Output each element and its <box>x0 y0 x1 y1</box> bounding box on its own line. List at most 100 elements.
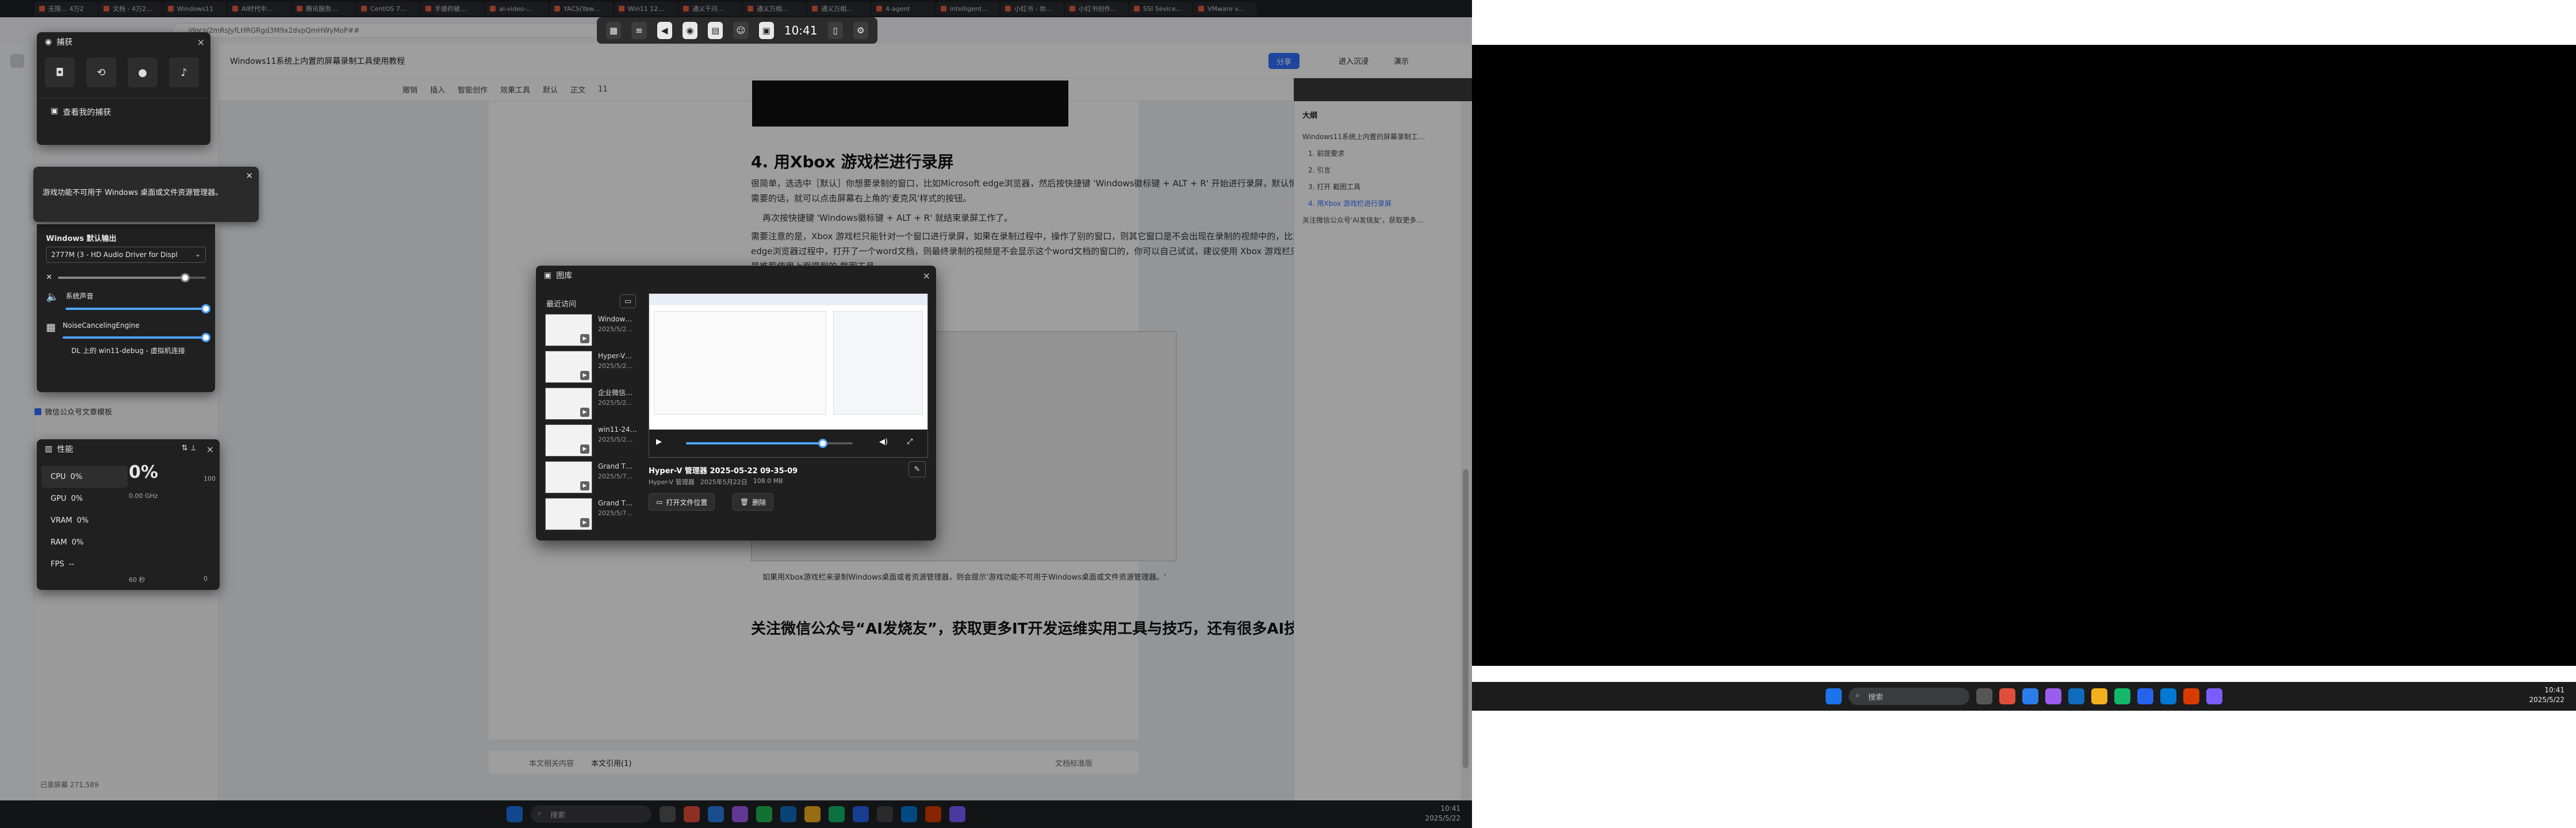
perf-row[interactable]: VRAM 0% <box>41 509 128 531</box>
gallery-item[interactable]: ▶ 企业微信… 2025/5/2… <box>545 388 643 420</box>
toolbar-item[interactable]: 正文 <box>570 84 585 95</box>
app-icon[interactable] <box>2022 688 2038 704</box>
close-icon[interactable]: × <box>923 270 930 281</box>
browser-tab[interactable]: YACS(Yaw… <box>550 2 613 16</box>
browser-tab[interactable]: Win11 12… <box>614 2 677 16</box>
start-icon[interactable] <box>507 806 523 822</box>
performance-icon[interactable]: ▤ <box>708 22 723 39</box>
right-taskbar-search[interactable]: ⌕ 搜索 <box>1849 688 1969 705</box>
mute-icon[interactable]: ✕ <box>46 273 52 282</box>
start-icon[interactable] <box>1826 688 1842 704</box>
app-icon[interactable] <box>877 806 893 822</box>
standard-link[interactable]: 文档标准版 <box>1055 757 1092 768</box>
app-icon[interactable] <box>660 806 676 822</box>
browser-tab[interactable]: 小红书 - 你… <box>1000 2 1064 16</box>
perf-row[interactable]: GPU 0% <box>41 488 128 509</box>
browser-tab[interactable]: 手搓的被… <box>421 2 484 16</box>
toolbar-item[interactable]: 11 <box>598 85 608 94</box>
mic-button[interactable]: ♪ <box>169 57 199 87</box>
browser-tab[interactable]: 通义万相… <box>743 2 806 16</box>
noise-volume-slider[interactable] <box>63 333 210 342</box>
app-icon[interactable] <box>2045 688 2061 704</box>
scrollbar-thumb[interactable] <box>1463 469 1469 768</box>
widget-menu-icon[interactable]: ▦ <box>606 22 622 39</box>
tab-references[interactable]: 本文引用(1) <box>591 757 631 768</box>
toolbar-item[interactable]: 插入 <box>430 84 445 95</box>
close-icon[interactable]: × <box>197 37 205 48</box>
outline-item[interactable]: 2. 引言 <box>1294 162 1460 178</box>
phone-icon[interactable]: ▯ <box>827 22 843 39</box>
master-volume-slider[interactable] <box>57 273 206 282</box>
gallery-item[interactable]: ▶ Grand T… 2025/5/7… <box>545 498 643 530</box>
immersive-button[interactable]: 进入沉浸 <box>1339 55 1368 66</box>
edge-icon[interactable] <box>780 806 796 822</box>
browser-tab[interactable]: SSI Sevice… <box>1129 2 1193 16</box>
wechat-icon[interactable] <box>2114 688 2130 704</box>
delete-button[interactable]: 🗑 删除 <box>733 493 774 511</box>
open-location-button[interactable]: ▭ 打开文件位置 <box>649 493 715 511</box>
browser-tab[interactable]: 4-agent <box>872 2 935 16</box>
tab-related[interactable]: 本文相关内容 <box>529 757 574 768</box>
outline-item[interactable]: Windows11系统上内置的屏幕录制工… <box>1294 128 1460 145</box>
edit-icon[interactable]: ✎ <box>908 461 926 477</box>
system-volume-slider[interactable] <box>66 304 210 313</box>
volume-icon[interactable]: ◀) <box>879 438 888 446</box>
toolbar-item[interactable]: 效果工具 <box>500 84 530 95</box>
fullscreen-icon[interactable]: ⤢ <box>907 438 913 446</box>
browser-tab[interactable]: CentOS 7… <box>356 2 420 16</box>
app-icon[interactable] <box>2183 688 2199 704</box>
folder-icon[interactable] <box>2091 688 2107 704</box>
app-icon[interactable] <box>732 806 748 822</box>
share-button[interactable]: 分享 <box>1268 53 1300 69</box>
perf-row[interactable]: CPU 0% <box>41 466 128 488</box>
video-progress[interactable] <box>686 439 853 448</box>
template-checkbox-row[interactable]: 微信公众号文章模板 <box>34 406 112 417</box>
browser-tab[interactable]: 通义千问… <box>678 2 742 16</box>
outline-item[interactable]: 3. 打开 截图工具 <box>1294 178 1460 195</box>
folder-icon[interactable] <box>804 806 821 822</box>
capture-icon[interactable]: ◉ <box>682 22 698 39</box>
gallery-preview[interactable]: ▶ ◀) ⤢ <box>649 293 928 458</box>
folder-icon[interactable]: ▭ <box>620 294 636 308</box>
outline-item[interactable]: 4. 用Xbox 游戏栏进行录屏 <box>1294 195 1460 212</box>
edge-icon[interactable] <box>2068 688 2084 704</box>
close-icon[interactable]: × <box>206 444 214 455</box>
present-button[interactable]: 演示 <box>1394 55 1409 66</box>
app-icon[interactable] <box>901 806 917 822</box>
toolbar-item[interactable]: 撤销 <box>402 84 417 95</box>
gallery-item[interactable]: ▶ Grand T… 2025/5/7… <box>545 461 643 493</box>
app-icon[interactable] <box>925 806 941 822</box>
output-device-select[interactable]: 2777M (3 - HD Audio Driver for Displ ⌄ <box>46 247 206 263</box>
browser-tab[interactable]: 文档 - 4万2… <box>99 2 162 16</box>
outline-item[interactable]: 1. 前提要求 <box>1294 145 1460 162</box>
toolbar-item[interactable]: 智能创作 <box>458 84 488 95</box>
start-record-button[interactable]: ● <box>128 57 158 87</box>
outline-item[interactable]: 关注微信公众号'AI发烧友'，获取更多… <box>1294 212 1460 228</box>
taskbar-search[interactable]: ⌕ 搜索 <box>531 806 651 823</box>
app-icon[interactable] <box>949 806 965 822</box>
checkbox-checked-icon[interactable] <box>34 408 41 415</box>
app-icon[interactable] <box>2160 688 2176 704</box>
browser-tab[interactable]: 通义万相… <box>807 2 871 16</box>
wechat-icon[interactable] <box>829 806 845 822</box>
record-last-button[interactable]: ⟲ <box>86 57 116 87</box>
browser-tab[interactable]: intelligent… <box>936 2 999 16</box>
play-icon[interactable]: ▶ <box>656 438 662 446</box>
browser-tab[interactable]: 小红书创作… <box>1065 2 1128 16</box>
browser-tab[interactable]: AI时代中… <box>228 2 291 16</box>
browser-tab[interactable]: Windows11 <box>163 2 227 16</box>
app-icon[interactable] <box>853 806 869 822</box>
gallery-item[interactable]: ▶ win11-24… 2025/5/2… <box>545 424 643 457</box>
perf-row[interactable]: RAM 0% <box>41 531 128 553</box>
pin-icon[interactable]: ⇅ ⊥ <box>182 444 197 453</box>
close-icon[interactable]: × <box>246 170 253 181</box>
embedded-video[interactable] <box>752 80 1068 126</box>
app-icon[interactable] <box>1999 688 2015 704</box>
app-icon[interactable] <box>1976 688 1992 704</box>
gallery-icon[interactable]: ▣ <box>758 22 774 39</box>
menu-icon[interactable]: ≡ <box>631 22 647 39</box>
screenshot-button[interactable]: ◘ <box>45 57 75 87</box>
browser-tab[interactable]: VMware v… <box>1194 2 1257 16</box>
audio-icon[interactable]: ◀ <box>657 22 672 39</box>
settings-icon[interactable]: ⚙ <box>853 22 869 39</box>
